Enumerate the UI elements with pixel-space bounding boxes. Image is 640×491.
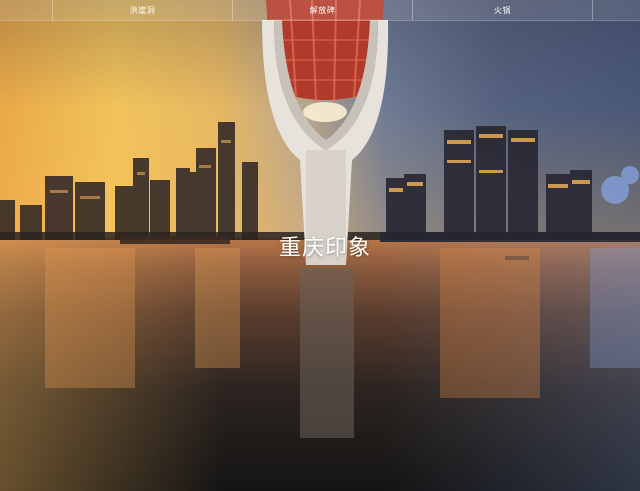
nav-item-hongyadong: 洪崖洞 <box>53 0 232 20</box>
page: 洪崖洞 解放碑 火锅 重庆印象 <box>0 0 640 491</box>
nav-link-jiefangbei[interactable]: 解放碑 <box>310 5 336 16</box>
bridge <box>262 0 389 438</box>
nav-item-jiefangbei: 解放碑 <box>233 0 412 20</box>
hero-title: 重庆印象 <box>278 236 371 261</box>
nav-item-hotpot: 火锅 <box>413 0 592 20</box>
nav-spacer-right <box>593 0 639 20</box>
nav-link-hongyadong[interactable]: 洪崖洞 <box>130 5 156 16</box>
nav-spacer-left <box>0 0 52 20</box>
top-nav-bar: 洪崖洞 解放碑 火锅 <box>0 0 640 21</box>
nav-link-hotpot[interactable]: 火锅 <box>494 5 511 16</box>
